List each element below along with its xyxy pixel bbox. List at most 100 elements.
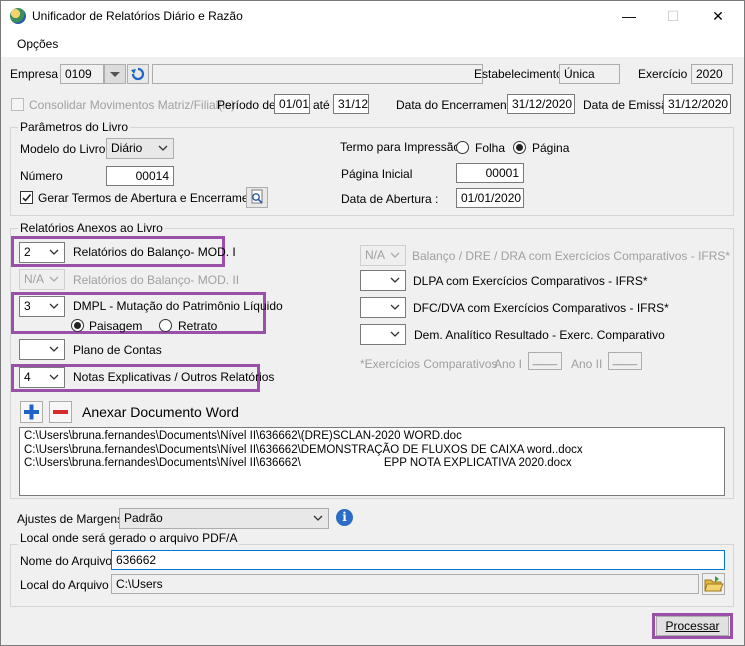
- balanco-i-label: Relatórios do Balanço- MOD. I: [73, 245, 236, 259]
- data-abertura-label: Data de Abertura :: [341, 192, 439, 206]
- list-item[interactable]: C:\Users\bruna.fernandes\Documents\Nível…: [24, 444, 720, 458]
- documents-list[interactable]: C:\Users\bruna.fernandes\Documents\Nível…: [19, 427, 725, 496]
- data-abertura-field[interactable]: 01/01/2020: [456, 188, 524, 208]
- data-encerramento-field[interactable]: 31/12/2020: [507, 94, 575, 114]
- empresa-dropdown-button[interactable]: [104, 64, 126, 84]
- folha-label: Folha: [475, 141, 506, 155]
- chevron-down-icon: [157, 142, 169, 154]
- list-item[interactable]: C:\Users\bruna.fernandes\Documents\Nível…: [24, 457, 720, 471]
- menu-bar: Opções: [1, 31, 744, 57]
- periodo-label: Período de: [217, 98, 276, 112]
- chevron-down-icon: [389, 274, 401, 286]
- notas-label: Notas Explicativas / Outros Relatórios: [73, 370, 275, 384]
- minimize-button[interactable]: —: [611, 5, 647, 27]
- dmpl-label: DMPL - Mutação do Patrimônio Líquido: [73, 299, 283, 313]
- periodo-de-field[interactable]: 01/01: [274, 94, 310, 114]
- window-title: Unificador de Relatórios Diário e Razão: [32, 9, 243, 23]
- modelo-select[interactable]: Diário: [106, 138, 174, 159]
- app-icon: [10, 8, 26, 24]
- empresa-name-field[interactable]: [152, 64, 483, 84]
- chevron-down-icon: [110, 72, 120, 77]
- pagina-inicial-field[interactable]: 00001: [456, 163, 524, 183]
- data-emissao-label: Data de Emissão: [583, 98, 675, 112]
- local-title: Local onde será gerado o arquivo PDF/A: [18, 531, 240, 545]
- numero-label: Número: [20, 169, 63, 183]
- estabelecimento-field[interactable]: Única: [559, 64, 620, 84]
- periodo-ate-field[interactable]: 31/12: [333, 94, 369, 114]
- chevron-down-icon: [389, 328, 401, 340]
- margens-select[interactable]: Padrão: [119, 508, 329, 529]
- title-bar: Unificador de Relatórios Diário e Razão …: [1, 1, 744, 31]
- consolidar-checkbox[interactable]: [11, 98, 24, 111]
- plus-icon: [24, 404, 39, 420]
- list-item[interactable]: C:\Users\bruna.fernandes\Documents\Nível…: [24, 430, 720, 444]
- local-arquivo-label: Local do Arquivo: [20, 578, 109, 592]
- ano-i-field[interactable]: ____: [528, 352, 562, 370]
- plano-contas-select[interactable]: [19, 339, 65, 360]
- chevron-down-icon: [48, 300, 60, 312]
- pagina-radio[interactable]: [513, 141, 526, 154]
- data-emissao-field[interactable]: 31/12/2020: [663, 94, 731, 114]
- chevron-down-icon: [48, 343, 60, 355]
- add-document-button[interactable]: [20, 401, 43, 423]
- dem-analitico-select[interactable]: [360, 324, 406, 345]
- chevron-down-icon: [389, 249, 401, 261]
- parametros-title: Parâmetros do Livro: [18, 120, 131, 134]
- balanco-ii-value: N/A: [24, 272, 45, 286]
- nome-arquivo-field[interactable]: 636662: [111, 550, 725, 570]
- dmpl-select[interactable]: 3: [19, 296, 65, 317]
- chevron-down-icon: [48, 273, 60, 285]
- dem-analitico-label: Dem. Analítico Resultado - Exerc. Compar…: [414, 328, 665, 342]
- ifrs-balanco-label: Balanço / DRE / DRA com Exercícios Compa…: [412, 249, 731, 263]
- balanco-i-select[interactable]: 2: [19, 242, 65, 263]
- modelo-label: Modelo do Livro: [20, 142, 106, 156]
- numero-field[interactable]: 00014: [106, 166, 174, 186]
- processar-button[interactable]: Processar: [656, 616, 729, 636]
- exercicio-field[interactable]: 2020: [691, 64, 733, 84]
- balanco-ii-label: Relatórios do Balanço- MOD. II: [73, 273, 240, 287]
- menu-options[interactable]: Opções: [17, 37, 58, 51]
- dmpl-value: 3: [24, 299, 31, 313]
- gerar-termos-label: Gerar Termos de Abertura e Encerramento: [38, 191, 266, 205]
- ate-label: até: [313, 98, 330, 112]
- exercicios-comparativos-label: *Exercícios Comparativos: [360, 357, 498, 371]
- retrato-radio[interactable]: [159, 319, 172, 332]
- empresa-refresh-button[interactable]: [127, 64, 149, 84]
- maximize-button[interactable]: ☐: [655, 5, 691, 27]
- margens-label: Ajustes de Margens: [17, 512, 124, 526]
- pagina-label: Página: [532, 141, 570, 155]
- folha-radio[interactable]: [456, 141, 469, 154]
- info-icon[interactable]: i: [336, 509, 353, 526]
- margens-value: Padrão: [124, 511, 163, 525]
- pagina-inicial-label: Página Inicial: [341, 167, 413, 181]
- minus-icon: [53, 410, 68, 414]
- dlpa-select[interactable]: [360, 270, 406, 291]
- exercicio-label: Exercício: [638, 67, 688, 81]
- gerar-termos-checkbox[interactable]: [20, 191, 33, 204]
- data-encerramento-label: Data do Encerramento: [396, 98, 517, 112]
- chevron-down-icon: [48, 246, 60, 258]
- dfc-dva-label: DFC/DVA com Exercícios Comparativos - IF…: [413, 301, 669, 315]
- dfc-dva-select[interactable]: [360, 297, 406, 318]
- magnifier-document-icon: [251, 189, 263, 204]
- plano-contas-label: Plano de Contas: [73, 343, 162, 357]
- balanco-i-value: 2: [24, 245, 31, 259]
- remove-document-button[interactable]: [49, 401, 72, 423]
- empresa-code-field[interactable]: 0109: [60, 64, 104, 84]
- refresh-icon: [131, 67, 145, 81]
- chevron-down-icon: [312, 512, 324, 524]
- balanco-ii-select[interactable]: N/A: [19, 269, 65, 290]
- ano-ii-field[interactable]: ____: [608, 352, 642, 370]
- local-arquivo-field[interactable]: C:\Users: [111, 574, 699, 594]
- ifrs-balanco-select[interactable]: N/A: [360, 245, 406, 266]
- paisagem-radio[interactable]: [71, 319, 84, 332]
- browse-folder-button[interactable]: [702, 573, 725, 595]
- chevron-down-icon: [389, 301, 401, 313]
- chevron-down-icon: [48, 371, 60, 383]
- notas-select[interactable]: 4: [19, 367, 65, 388]
- consolidar-label: Consolidar Movimentos Matriz/Filial(is): [29, 98, 236, 112]
- ano-i-label: Ano I: [494, 357, 523, 371]
- preview-termos-button[interactable]: [246, 187, 268, 208]
- paisagem-label: Paisagem: [89, 319, 143, 333]
- close-button[interactable]: ✕: [700, 5, 736, 27]
